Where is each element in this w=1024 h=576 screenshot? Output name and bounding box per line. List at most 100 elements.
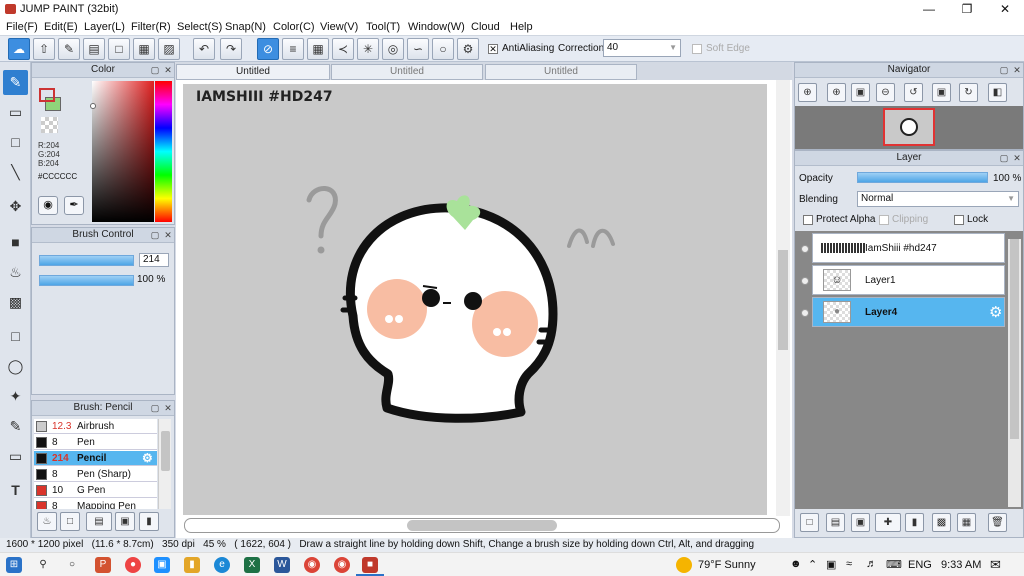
tab-untitled-1[interactable]: Untitled — [176, 64, 330, 80]
radial-snap-icon[interactable]: ✳ — [357, 38, 379, 60]
perspective-snap-icon[interactable]: ≺ — [332, 38, 354, 60]
brush-size-value[interactable]: 214 — [139, 253, 169, 267]
select-eraser-tool-icon[interactable]: ▭ — [3, 444, 28, 469]
protect-alpha-checkbox[interactable] — [803, 215, 813, 225]
grid-snap-icon[interactable]: ▦ — [307, 38, 329, 60]
pen-tool-icon[interactable]: ✎ — [3, 70, 28, 95]
correction-select[interactable]: 40 ▼ — [603, 39, 681, 57]
merge-layer-icon[interactable]: ▩ — [932, 513, 951, 532]
panel-icon[interactable]: ▨ — [158, 38, 180, 60]
duplicate-layer-icon[interactable]: ▣ — [851, 513, 870, 532]
comment-icon[interactable]: ▤ — [83, 38, 105, 60]
transfer-layer-icon[interactable]: ▦ — [957, 513, 976, 532]
language-indicator[interactable]: ENG — [908, 559, 932, 571]
brush-opacity-slider[interactable] — [39, 275, 134, 286]
zoom-in-icon[interactable]: ⊕ — [798, 83, 817, 102]
menu-view[interactable]: View(V) — [320, 21, 358, 33]
zoom-plus-icon[interactable]: ⊕ — [827, 83, 846, 102]
magic-wand-tool-icon[interactable]: ✦ — [3, 384, 28, 409]
panel-close-icon[interactable]: ✕ — [163, 403, 173, 413]
menu-help[interactable]: Help — [510, 21, 533, 33]
excel-icon[interactable]: X — [244, 557, 260, 573]
folder-icon[interactable]: ▮ — [905, 513, 924, 532]
scroll-thumb[interactable] — [1010, 239, 1019, 439]
panel-close-icon[interactable]: ✕ — [1012, 65, 1022, 75]
brush-list-scrollbar[interactable] — [158, 419, 171, 509]
soft-edge-checkbox[interactable] — [692, 44, 702, 54]
saturation-value-picker[interactable] — [92, 81, 154, 222]
document-icon[interactable]: □ — [108, 38, 130, 60]
panel-float-icon[interactable]: ▢ — [150, 403, 160, 413]
panel-float-icon[interactable]: ▢ — [999, 65, 1009, 75]
menu-filter[interactable]: Filter(R) — [131, 21, 171, 33]
hue-slider[interactable] — [155, 81, 172, 222]
undo-icon[interactable]: ↶ — [193, 38, 215, 60]
visibility-icon[interactable] — [801, 277, 809, 285]
bucket-tool-icon[interactable]: ♨ — [3, 260, 28, 285]
flip-icon[interactable]: ◧ — [988, 83, 1007, 102]
main-color-swatch[interactable] — [39, 88, 55, 102]
gradient-tool-icon[interactable]: ▩ — [3, 290, 28, 315]
line-tool-icon[interactable]: ╲ — [3, 160, 28, 185]
layer-row[interactable]: IamShiii #hd247 — [801, 233, 1005, 263]
visibility-icon[interactable] — [801, 309, 809, 317]
fill-rect-tool-icon[interactable]: ■ — [3, 230, 28, 255]
clock[interactable]: 9:33 AM — [941, 559, 981, 571]
cloud-icon[interactable]: ☁ — [8, 38, 30, 60]
antialiasing-checkbox[interactable]: ✕ — [488, 44, 498, 54]
navigator-preview-area[interactable] — [795, 106, 1023, 149]
blending-select[interactable]: Normal ▼ — [857, 191, 1019, 207]
brush-options-icon[interactable]: ▤ — [86, 512, 112, 531]
vertical-scrollbar[interactable] — [776, 80, 790, 516]
brush-list-item[interactable]: 8 Pen (Sharp) — [34, 467, 157, 482]
layer-row-selected[interactable]: ● Layer4 ⚙ — [801, 297, 1005, 327]
layer-row[interactable]: ☺ Layer1 — [801, 265, 1005, 295]
menu-edit[interactable]: Edit(E) — [44, 21, 78, 33]
eyedropper-icon[interactable]: ✒ — [64, 196, 84, 215]
brush-list-item[interactable]: 12.3 Airbrush — [34, 419, 157, 434]
chrome-icon[interactable]: ◉ — [304, 557, 320, 573]
panel-float-icon[interactable]: ▢ — [150, 65, 160, 75]
tab-untitled-2[interactable]: Untitled — [331, 64, 483, 80]
close-icon[interactable]: ✕ — [986, 0, 1024, 18]
select-rect-tool-icon[interactable]: □ — [3, 324, 28, 349]
layer-opacity-slider[interactable] — [857, 172, 988, 183]
curve-snap-icon[interactable]: ∽ — [407, 38, 429, 60]
menu-layer[interactable]: Layer(L) — [84, 21, 125, 33]
search-icon[interactable]: ⚲ — [35, 557, 51, 573]
menu-snap[interactable]: Snap(N) — [225, 21, 266, 33]
text-tool-icon[interactable]: T — [3, 478, 28, 503]
concentric-snap-icon[interactable]: ◎ — [382, 38, 404, 60]
chevron-up-icon[interactable]: ⌃ — [808, 558, 817, 571]
brush-size-slider[interactable] — [39, 255, 134, 266]
snap-settings-icon[interactable]: ⚙ — [457, 38, 479, 60]
layout-icon[interactable]: ▦ — [133, 38, 155, 60]
rotate-right-icon[interactable]: ↻ — [959, 83, 978, 102]
drawing-canvas[interactable]: IAMSHIII #HD247 — [183, 84, 767, 515]
brush-list-item[interactable]: 10 G Pen — [34, 483, 157, 498]
actual-size-icon[interactable]: ▣ — [932, 83, 951, 102]
horizontal-scrollbar[interactable] — [184, 518, 780, 533]
select-pen-tool-icon[interactable]: ✎ — [3, 414, 28, 439]
add-brush-icon[interactable]: ♨ — [37, 512, 57, 531]
panel-float-icon[interactable]: ▢ — [999, 153, 1009, 163]
rectangle-tool-icon[interactable]: □ — [3, 130, 28, 155]
panel-float-icon[interactable]: ▢ — [150, 230, 160, 240]
menu-window[interactable]: Window(W) — [408, 21, 465, 33]
move-tool-icon[interactable]: ✥ — [3, 194, 28, 219]
chat-icon[interactable]: ✎ — [58, 38, 80, 60]
word-icon[interactable]: W — [274, 557, 290, 573]
wifi-icon[interactable]: ≈ — [846, 558, 852, 570]
maximize-icon[interactable]: ❐ — [948, 0, 986, 18]
scroll-thumb[interactable] — [161, 431, 170, 471]
network-icon[interactable]: ▣ — [826, 558, 836, 571]
redo-icon[interactable]: ↷ — [220, 38, 242, 60]
lasso-tool-icon[interactable]: ◯ — [3, 354, 28, 379]
navigator-viewport[interactable] — [883, 108, 935, 146]
add-layer-menu-icon[interactable]: ✚ — [875, 513, 901, 532]
edge-icon[interactable]: e — [214, 557, 230, 573]
upload-icon[interactable]: ⇧ — [33, 38, 55, 60]
brush-list-item[interactable]: 8 Mapping Pen — [34, 499, 157, 509]
folder-icon[interactable]: ▮ — [139, 512, 159, 531]
copy-brush-icon[interactable]: ▣ — [115, 512, 135, 531]
